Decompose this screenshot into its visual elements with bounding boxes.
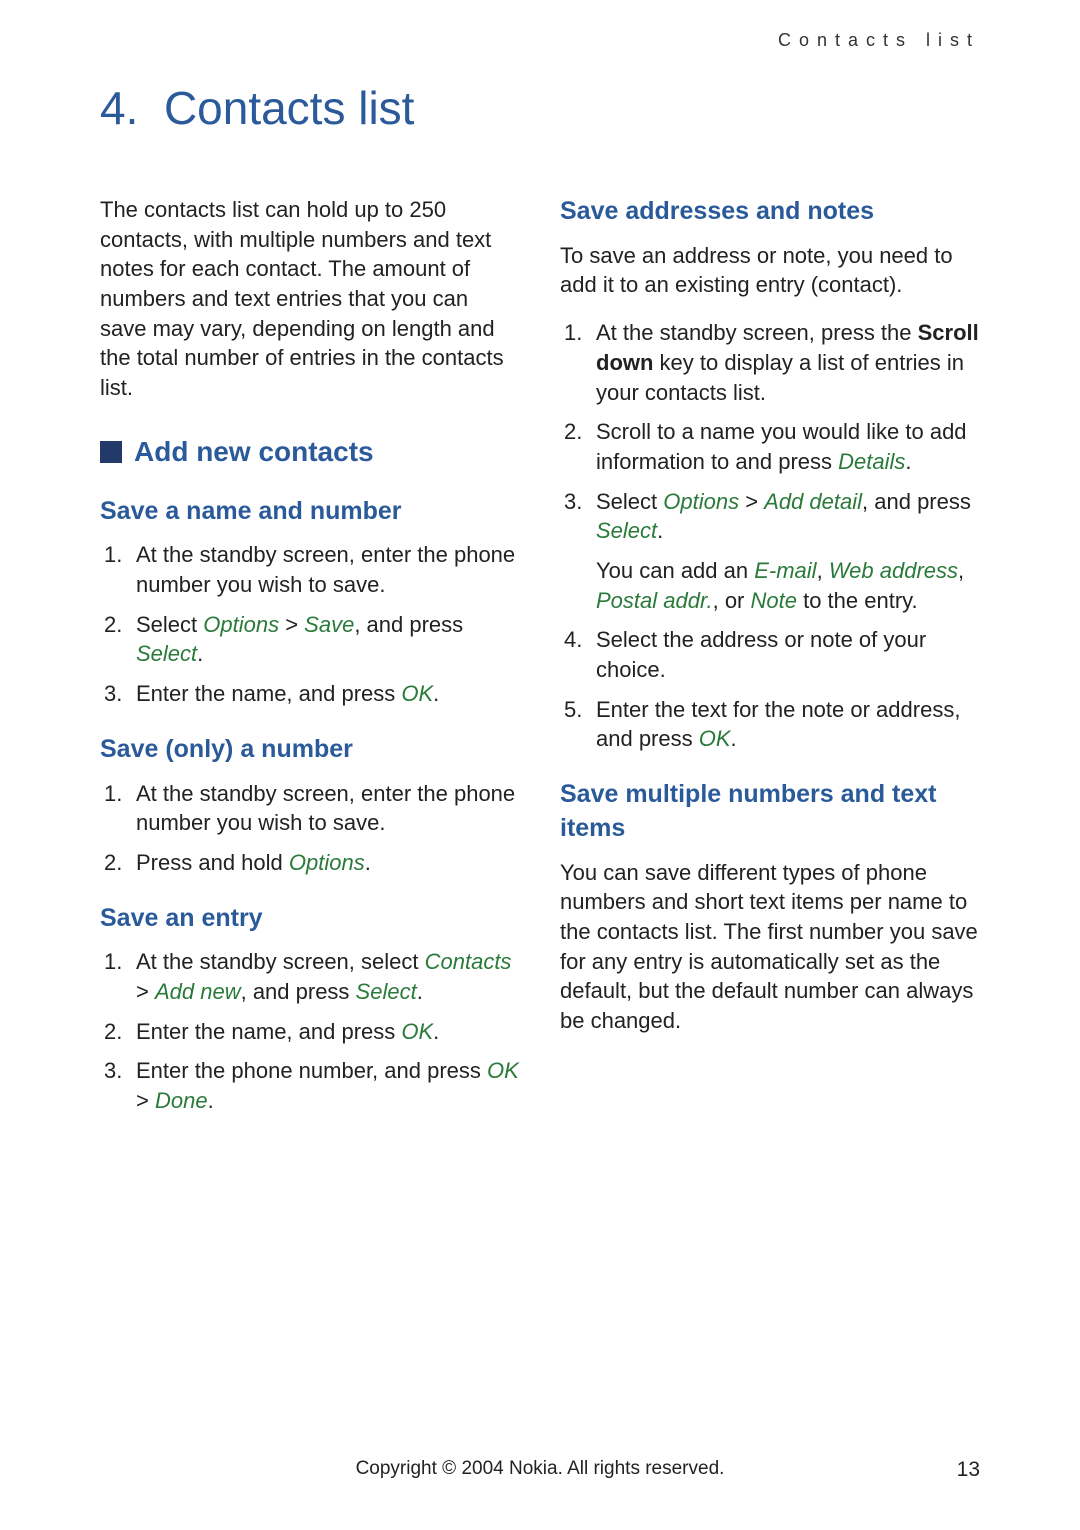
page-footer: Copyright © 2004 Nokia. All rights reser… xyxy=(100,1458,980,1480)
step: Press and hold Options. xyxy=(100,848,520,878)
steps-save-only-number: At the standby screen, enter the phone n… xyxy=(100,779,520,878)
right-column: Save addresses and notes To save an addr… xyxy=(560,195,980,1130)
left-column: The contacts list can hold up to 250 con… xyxy=(100,195,520,1130)
ui-options: Options xyxy=(203,612,279,637)
subheading-save-name-number: Save a name and number xyxy=(100,495,520,529)
steps-save-name-number: At the standby screen, enter the phone n… xyxy=(100,540,520,708)
ui-options: Options xyxy=(663,489,739,514)
ui-ok: OK xyxy=(401,681,433,706)
running-header: Contacts list xyxy=(100,30,980,51)
step: Enter the text for the note or address, … xyxy=(560,695,980,754)
step: Enter the name, and press OK. xyxy=(100,1017,520,1047)
step: Enter the name, and press OK. xyxy=(100,679,520,709)
step-note: You can add an E-mail, Web address, Post… xyxy=(596,556,980,615)
ui-details: Details xyxy=(838,449,905,474)
chapter-number: 4. xyxy=(100,82,138,134)
intro-paragraph: The contacts list can hold up to 250 con… xyxy=(100,195,520,403)
ui-select: Select xyxy=(136,641,197,666)
subheading-save-only-number: Save (only) a number xyxy=(100,733,520,767)
ui-web-address: Web address xyxy=(829,558,958,583)
ui-email: E-mail xyxy=(754,558,816,583)
ui-select: Select xyxy=(356,979,417,1004)
ui-done: Done xyxy=(155,1088,208,1113)
square-bullet-icon xyxy=(100,441,122,463)
ui-ok: OK xyxy=(487,1058,519,1083)
ui-note: Note xyxy=(751,588,797,613)
section-heading-add-contacts: Add new contacts xyxy=(100,433,520,471)
step: Select Options > Add detail, and press S… xyxy=(560,487,980,616)
step: Enter the phone number, and press OK > D… xyxy=(100,1056,520,1115)
page-number: 13 xyxy=(957,1458,980,1482)
subheading-save-entry: Save an entry xyxy=(100,902,520,936)
chapter-name: Contacts list xyxy=(164,82,415,134)
ui-contacts: Contacts xyxy=(425,949,512,974)
section-heading-text: Add new contacts xyxy=(134,433,374,471)
sub4-intro: To save an address or note, you need to … xyxy=(560,241,980,300)
ui-options: Options xyxy=(289,850,365,875)
chapter-title: 4. Contacts list xyxy=(100,81,980,135)
step: At the standby screen, select Contacts >… xyxy=(100,947,520,1006)
copyright: Copyright © 2004 Nokia. All rights reser… xyxy=(356,1458,725,1480)
step: At the standby screen, press the Scroll … xyxy=(560,318,980,407)
subheading-save-addresses: Save addresses and notes xyxy=(560,195,980,229)
step: Select Options > Save, and press Select. xyxy=(100,610,520,669)
steps-save-entry: At the standby screen, select Contacts >… xyxy=(100,947,520,1115)
step: Select the address or note of your choic… xyxy=(560,625,980,684)
step: Scroll to a name you would like to add i… xyxy=(560,417,980,476)
ui-save: Save xyxy=(304,612,354,637)
ui-select: Select xyxy=(596,518,657,543)
content-columns: The contacts list can hold up to 250 con… xyxy=(100,195,980,1130)
ui-add-detail: Add detail xyxy=(764,489,862,514)
ui-add-new: Add new xyxy=(155,979,241,1004)
step: At the standby screen, enter the phone n… xyxy=(100,540,520,599)
sub5-body: You can save different types of phone nu… xyxy=(560,858,980,1036)
ui-postal-addr: Postal addr. xyxy=(596,588,713,613)
ui-ok: OK xyxy=(401,1019,433,1044)
subheading-save-multiple: Save multiple numbers and text items xyxy=(560,778,980,846)
step: At the standby screen, enter the phone n… xyxy=(100,779,520,838)
ui-ok: OK xyxy=(699,726,731,751)
steps-save-addresses: At the standby screen, press the Scroll … xyxy=(560,318,980,754)
